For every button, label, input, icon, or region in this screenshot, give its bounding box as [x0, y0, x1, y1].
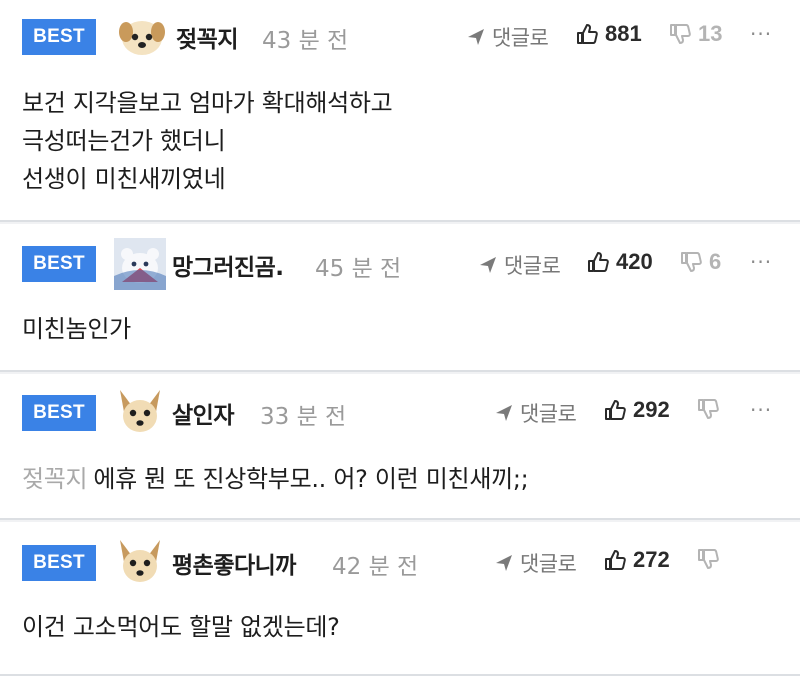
more-options-icon[interactable]: ···	[750, 250, 772, 274]
nickname[interactable]: 망그러진곰.	[172, 248, 284, 282]
comment-line: 보건 지각을보고 엄마가 확대해석하고	[22, 89, 393, 117]
polar-bear-avatar-icon[interactable]	[114, 238, 166, 290]
comment-line: 이건 고소먹어도 할말 없겠는데?	[22, 613, 340, 641]
send-arrow-icon	[494, 553, 514, 573]
timestamp: 43 분 전	[262, 28, 349, 54]
like-count: 420	[616, 249, 653, 274]
dog-avatar-icon[interactable]	[116, 10, 168, 62]
best-badge: BEST	[22, 19, 96, 55]
best-badge: BEST	[22, 545, 96, 581]
like-count: 292	[633, 397, 670, 422]
comment-line: 극성떠는건가 했더니	[22, 127, 226, 155]
more-options-icon[interactable]: ···	[750, 398, 772, 422]
upvote-button[interactable]: 881	[575, 21, 642, 47]
comment-body: 이건 고소먹어도 할말 없겠는데?	[22, 608, 340, 646]
best-badge: BEST	[22, 246, 96, 282]
comment-line: 젖꼭지 에휴 뭔 또 진상학부모.. 어? 이런 미친새끼;;	[22, 460, 529, 498]
dislike-count: 6	[709, 249, 722, 274]
comment-body: 젖꼭지 에휴 뭔 또 진상학부모.. 어? 이런 미친새끼;;	[22, 460, 529, 498]
upvote-button[interactable]: 272	[603, 547, 670, 573]
comment-line: 미친놈인가	[22, 315, 131, 343]
comment-header: BEST 살인자 33 분 전 댓글로 292 ···	[0, 374, 800, 438]
timestamp: 42 분 전	[332, 554, 419, 580]
thumbs-up-icon	[603, 548, 627, 572]
best-badge: BEST	[22, 395, 96, 431]
nickname[interactable]: 살인자	[172, 396, 234, 430]
chihuahua-avatar-icon[interactable]	[114, 536, 166, 588]
comment-text: 에휴 뭔 또 진상학부모.. 어? 이런 미친새끼;;	[93, 465, 529, 493]
comment-body: 보건 지각을보고 엄마가 확대해석하고 극성떠는건가 했더니 선생이 미친새끼였…	[22, 84, 393, 198]
thumbs-down-icon	[696, 397, 720, 421]
comment-line: 선생이 미친새끼였네	[22, 165, 226, 193]
reply-button[interactable]: 댓글로	[494, 548, 577, 578]
reply-label: 댓글로	[492, 26, 549, 50]
downvote-button[interactable]	[696, 397, 720, 421]
comment-item: BEST 젖꼭지 43 분 전 댓글로 881 13 ··· 보건 지각을보고 …	[0, 0, 800, 222]
thumbs-down-icon	[679, 250, 703, 274]
downvote-button[interactable]: 6	[679, 249, 721, 275]
comment-item: BEST 평촌좋다니까 42 분 전 댓글로 272 이건 고소먹어도 할말 없…	[0, 522, 800, 676]
comment-header: BEST 젖꼭지 43 분 전 댓글로 881 13 ···	[0, 0, 800, 64]
comment-item: BEST 망그러진곰. 45 분 전 댓글로 420 6 ··· 미친놈인가	[0, 224, 800, 372]
like-count: 272	[633, 547, 670, 572]
mention-tag[interactable]: 젖꼭지	[22, 465, 88, 493]
thumbs-up-icon	[575, 22, 599, 46]
send-arrow-icon	[466, 27, 486, 47]
reply-button[interactable]: 댓글로	[494, 398, 577, 428]
more-options-icon[interactable]: ···	[750, 22, 772, 46]
thumbs-down-icon	[696, 547, 720, 571]
reply-label: 댓글로	[520, 552, 577, 576]
downvote-button[interactable]: 13	[668, 21, 722, 47]
reply-button[interactable]: 댓글로	[466, 22, 549, 52]
send-arrow-icon	[494, 403, 514, 423]
thumbs-up-icon	[603, 398, 627, 422]
comment-header: BEST 평촌좋다니까 42 분 전 댓글로 272	[0, 522, 800, 586]
timestamp: 45 분 전	[315, 256, 402, 282]
chihuahua-avatar-icon[interactable]	[114, 386, 166, 438]
send-arrow-icon	[478, 255, 498, 275]
thumbs-up-icon	[586, 250, 610, 274]
downvote-button[interactable]	[696, 547, 720, 571]
upvote-button[interactable]: 292	[603, 397, 670, 423]
reply-label: 댓글로	[520, 402, 577, 426]
nickname[interactable]: 평촌좋다니까	[172, 546, 296, 580]
upvote-button[interactable]: 420	[586, 249, 653, 275]
comment-item: BEST 살인자 33 분 전 댓글로 292 ··· 젖꼭지 에휴 뭔 또 진…	[0, 374, 800, 520]
comment-body: 미친놈인가	[22, 310, 131, 348]
timestamp: 33 분 전	[260, 404, 347, 430]
thumbs-down-icon	[668, 22, 692, 46]
dislike-count: 13	[698, 21, 723, 46]
reply-label: 댓글로	[504, 254, 561, 278]
reply-button[interactable]: 댓글로	[478, 250, 561, 280]
nickname[interactable]: 젖꼭지	[176, 20, 238, 54]
comment-header: BEST 망그러진곰. 45 분 전 댓글로 420 6 ···	[0, 224, 800, 290]
like-count: 881	[605, 21, 642, 46]
